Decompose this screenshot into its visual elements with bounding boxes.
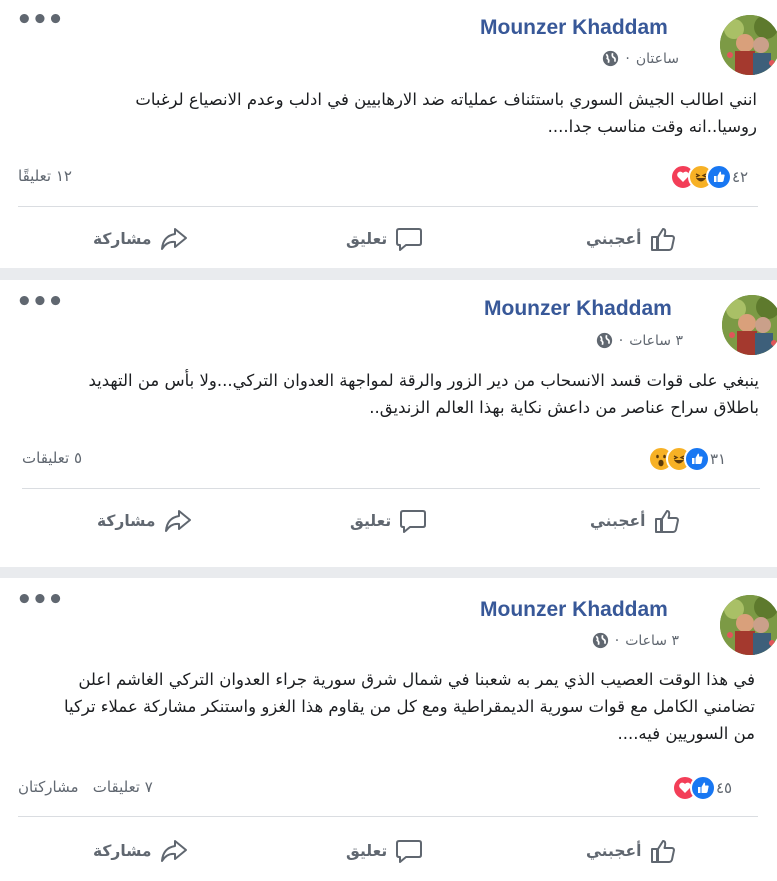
post-time[interactable]: ٣ ساعات: [629, 333, 683, 349]
post-meta: ٣ ساعات ·: [596, 332, 683, 349]
share-label: مشاركة: [97, 512, 156, 530]
post-text-line: تضامني الكامل مع قوات سورية الديمقراطية …: [64, 697, 755, 716]
meta-separator: ·: [614, 632, 620, 649]
engagement-counts: ٧ تعليقات مشاركتان: [18, 778, 153, 796]
reactions-summary[interactable]: ٤٢: [670, 164, 752, 190]
globe-icon: [596, 332, 612, 349]
like-icon: [684, 446, 710, 472]
post-time[interactable]: ٣ ساعات: [625, 633, 679, 649]
post-text-line: باطلاق سراح عناصر من داعش نكاية بهذا الع…: [369, 398, 759, 417]
like-icon: [690, 775, 716, 801]
like-button[interactable]: أعجبني: [586, 226, 677, 252]
like-icon: [706, 164, 732, 190]
comment-button[interactable]: تعليق: [346, 838, 423, 864]
post-text-line: في هذا الوقت العصيب الذي يمر به شعبنا في…: [78, 670, 755, 689]
share-icon: [160, 840, 187, 862]
comment-icon: [400, 510, 427, 533]
comments-count[interactable]: ١٢ تعليقًا: [18, 167, 72, 185]
comment-label: تعليق: [350, 512, 392, 530]
post-text: ينبغي على قوات قسد الانسحاب من دير الزور…: [14, 367, 760, 421]
divider: [22, 488, 760, 489]
author-name[interactable]: Mounzer Khaddam: [480, 598, 668, 622]
divider: [18, 816, 758, 817]
comment-label: تعليق: [346, 230, 388, 248]
more-options-icon[interactable]: •••: [16, 587, 64, 613]
comment-button[interactable]: تعليق: [346, 226, 423, 252]
meta-separator: ·: [618, 332, 624, 349]
more-options-icon[interactable]: •••: [16, 289, 64, 315]
thumbs-up-icon: [651, 840, 676, 863]
post-text: في هذا الوقت العصيب الذي يمر به شعبنا في…: [15, 666, 755, 747]
comments-count[interactable]: ٥ تعليقات: [22, 449, 82, 467]
avatar[interactable]: [722, 295, 777, 355]
like-label: أعجبني: [586, 230, 642, 248]
divider: [18, 206, 758, 207]
post-3: ••• Mounzer Khaddam ٣ ساعات · في هذا الو…: [0, 578, 777, 881]
share-label: مشاركة: [93, 230, 152, 248]
avatar[interactable]: [720, 595, 777, 655]
author-name[interactable]: Mounzer Khaddam: [484, 297, 672, 321]
post-text: انني اطالب الجيش السوري باستئناف عملياته…: [17, 86, 757, 140]
comment-icon: [396, 228, 423, 251]
globe-icon: [592, 632, 608, 649]
post-meta: ٣ ساعات ·: [592, 632, 679, 649]
comment-button[interactable]: تعليق: [350, 508, 427, 534]
meta-separator: ·: [625, 50, 630, 67]
post-text-line: روسيا..انه وقت مناسب جدا....: [547, 117, 757, 136]
share-button[interactable]: مشاركة: [93, 226, 188, 252]
share-label: مشاركة: [93, 842, 152, 860]
like-label: أعجبني: [586, 842, 642, 860]
globe-icon: [603, 50, 619, 67]
thumbs-up-icon: [651, 228, 676, 251]
share-button[interactable]: مشاركة: [97, 508, 192, 534]
reactions-summary[interactable]: ٤٥: [672, 775, 736, 801]
reaction-count: ٤٢: [732, 168, 749, 186]
share-icon: [164, 510, 191, 532]
post-1: ••• Mounzer Khaddam ساعتان · انني اطالب …: [0, 0, 777, 268]
post-time[interactable]: ساعتان: [636, 51, 679, 67]
post-text-line: ينبغي على قوات قسد الانسحاب من دير الزور…: [88, 371, 760, 390]
reaction-count: ٤٥: [716, 779, 733, 797]
comment-label: تعليق: [346, 842, 388, 860]
share-icon: [160, 228, 187, 250]
more-options-icon[interactable]: •••: [16, 7, 64, 33]
post-meta: ساعتان ·: [602, 50, 679, 67]
author-name[interactable]: Mounzer Khaddam: [480, 16, 668, 40]
avatar[interactable]: [720, 15, 777, 75]
reaction-count: ٣١: [710, 450, 727, 468]
thumbs-up-icon: [655, 510, 680, 533]
comment-icon: [396, 840, 423, 863]
shares-count[interactable]: مشاركتان: [18, 778, 78, 796]
post-2: ••• Mounzer Khaddam ٣ ساعات · ينبغي على …: [0, 280, 777, 567]
like-button[interactable]: أعجبني: [590, 508, 681, 534]
reactions-summary[interactable]: ٣١: [648, 446, 730, 472]
comments-count[interactable]: ٧ تعليقات: [93, 778, 153, 796]
like-button[interactable]: أعجبني: [586, 838, 677, 864]
post-text-line: من السوريين فيه....: [617, 724, 755, 743]
share-button[interactable]: مشاركة: [93, 838, 188, 864]
post-text-line: انني اطالب الجيش السوري باستئناف عملياته…: [135, 90, 757, 109]
like-label: أعجبني: [590, 512, 646, 530]
